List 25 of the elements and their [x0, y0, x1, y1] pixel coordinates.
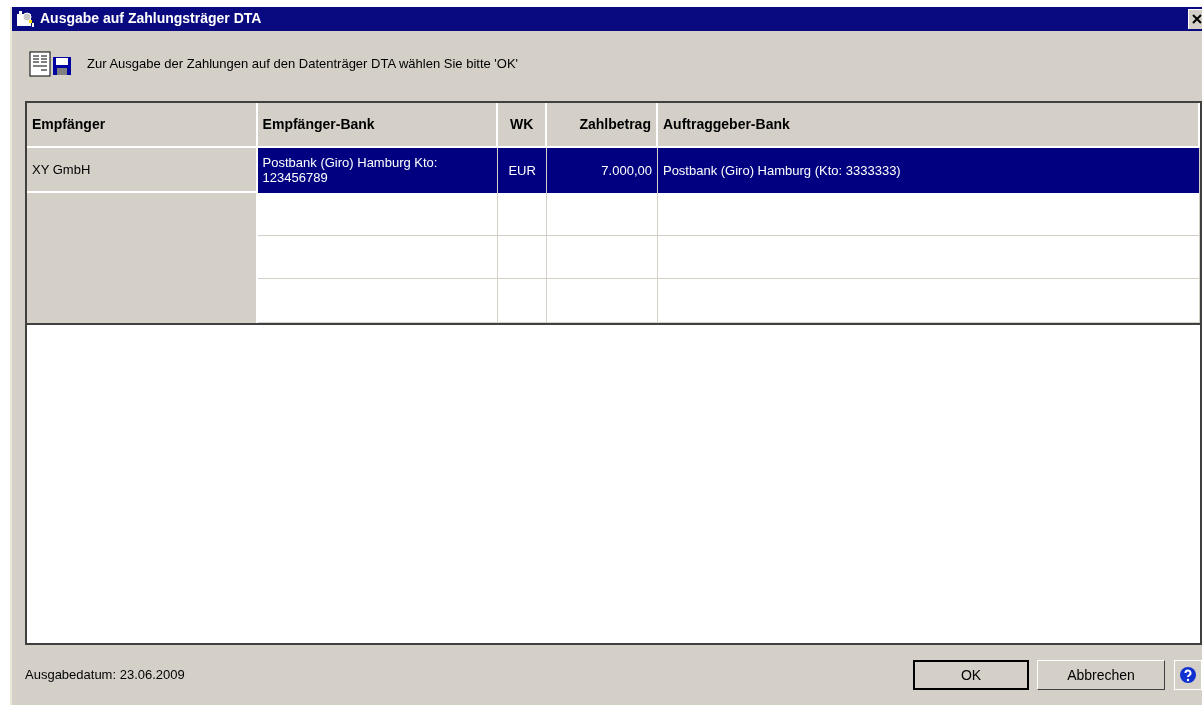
app-icon	[16, 9, 36, 28]
cancel-button[interactable]: Abbrechen	[1037, 660, 1165, 691]
column-header[interactable]: WK	[498, 102, 548, 148]
cell-text: Postbank (Giro) Hamburg (Kto: 3333333)	[662, 162, 901, 178]
empty-table-cell	[498, 236, 548, 280]
column-header[interactable]: Empfänger	[27, 102, 258, 148]
ok-button[interactable]: OK	[913, 660, 1029, 691]
close-button[interactable]	[1188, 8, 1202, 29]
column-header[interactable]: Empfänger-Bank	[257, 102, 499, 148]
cell-text: EUR	[508, 162, 536, 178]
table-row[interactable]: XY GmbH Postbank (Giro) Hamburg Kto: 123456789 EUR 7.000,00 Postbank (Giro) Hamburg (Kto: 3333333)	[27, 147, 1200, 193]
cell-text: Postbank (Giro) Hamburg Kto: 123456789	[262, 155, 439, 186]
column-header[interactable]: Auftraggeber-Bank	[657, 102, 1200, 148]
cell-text: XY GmbH	[32, 161, 91, 177]
document-icon	[29, 50, 51, 77]
issue-date-label: Ausgabedatum: 23.06.2009	[25, 666, 185, 685]
empty-table-cell	[498, 192, 548, 237]
window-title: Ausgabe auf Zahlungsträger DTA	[40, 9, 262, 29]
empty-table-cell	[498, 279, 548, 323]
cell-text: 7.000,00	[601, 162, 652, 178]
help-icon	[1179, 666, 1197, 685]
info-text: Zur Ausgabe der Zahlungen auf den Datenträger DTA wählen Sie bitte 'OK'	[87, 55, 519, 74]
help-button[interactable]	[1174, 660, 1202, 691]
column-header[interactable]: Zahlbetrag	[547, 102, 658, 148]
close-icon	[1192, 14, 1202, 25]
